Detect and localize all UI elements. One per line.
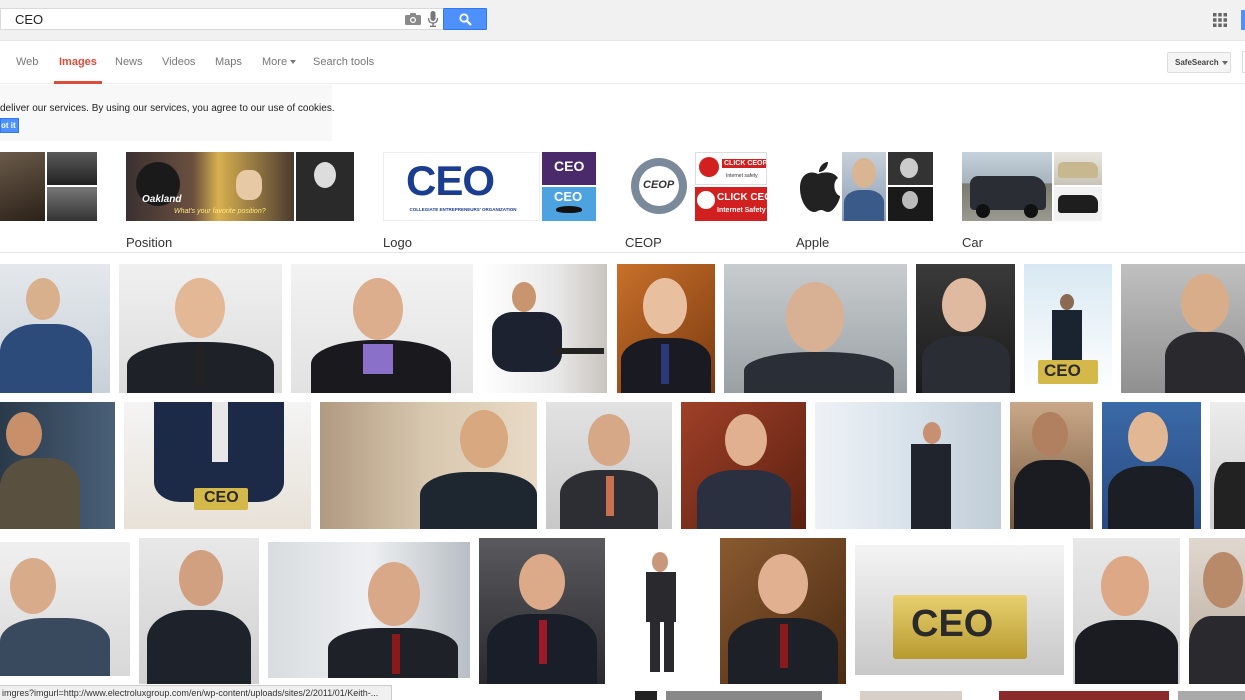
tab-images[interactable]: Images [54, 56, 102, 84]
tab-more[interactable]: More [262, 56, 297, 84]
top-bar [0, 0, 1245, 41]
search-nav: Web Images News Videos Maps More Search … [0, 41, 1245, 84]
thumb-caption: CEO [554, 189, 583, 204]
image-result[interactable] [635, 691, 657, 700]
tab-news[interactable]: News [115, 56, 143, 84]
related-thumb [962, 152, 1052, 221]
magnifier-icon [459, 13, 472, 26]
image-result[interactable] [681, 402, 806, 529]
apple-logo-icon [800, 162, 840, 212]
thumb-caption: CEO [554, 158, 585, 174]
image-result[interactable] [268, 542, 470, 678]
image-result[interactable] [1189, 538, 1245, 684]
image-result[interactable] [1073, 538, 1180, 684]
related-thumb: CLICK CEOP Internet safety [695, 152, 767, 185]
tab-maps[interactable]: Maps [215, 56, 242, 84]
image-result[interactable] [479, 538, 605, 684]
thumb-caption: Internet Safety [717, 207, 766, 214]
image-result[interactable] [0, 264, 110, 393]
safesearch-button[interactable]: SafeSearch [1167, 52, 1231, 73]
related-thumb: CLICK CEO Internet Safety [695, 187, 767, 221]
tab-more-label: More [262, 56, 288, 68]
related-thumb: Oakland What's your favorite position? [126, 152, 294, 221]
thumb-caption: CLICK CEOP [722, 159, 766, 168]
image-result[interactable] [815, 402, 1001, 529]
image-result[interactable] [666, 691, 822, 700]
safesearch-label: SafeSearch [1175, 58, 1219, 67]
image-result[interactable]: CEO [124, 402, 311, 529]
related-label: Car [962, 235, 983, 250]
cookie-notice: deliver our services. By using our servi… [0, 85, 335, 141]
ceo-sign-text: CEO [204, 489, 239, 506]
image-result[interactable] [724, 264, 907, 393]
ceo-sign-text: CEO [1044, 361, 1081, 380]
chevron-down-icon [1221, 60, 1228, 65]
search-box[interactable] [0, 8, 443, 30]
image-result[interactable]: CEO [855, 545, 1064, 675]
tab-videos[interactable]: Videos [162, 56, 195, 84]
related-searches: Oakland What's your favorite position? P… [0, 141, 1245, 253]
related-thumb [0, 152, 45, 221]
image-result[interactable] [546, 402, 672, 529]
image-result[interactable] [291, 264, 473, 393]
cookie-text: deliver our services. By using our servi… [0, 103, 335, 114]
camera-icon[interactable] [405, 13, 421, 25]
related-thumb: CEO [542, 152, 596, 185]
related-thumb [47, 187, 97, 221]
image-result[interactable] [119, 264, 282, 393]
related-label: Logo [383, 235, 412, 250]
related-label: Apple [796, 235, 830, 250]
search-tools-button[interactable]: Search tools [313, 56, 374, 84]
sign-in-button-edge[interactable] [1241, 10, 1245, 30]
thumb-caption: COLLEGIATE ENTREPRENEURS' ORGANIZATION [409, 207, 517, 212]
image-result[interactable]: CEO [1024, 264, 1112, 393]
related-label: CEOP [625, 235, 662, 250]
related-thumb [47, 152, 97, 185]
image-result[interactable] [1121, 264, 1245, 393]
ceo-sign-text: CEO [911, 603, 994, 645]
search-input[interactable] [15, 10, 395, 28]
microphone-icon[interactable] [427, 11, 439, 27]
related-label: Position [126, 235, 173, 250]
status-bar-url: imgres?imgurl=http://www.electroluxgroup… [0, 685, 392, 700]
image-result[interactable] [1178, 691, 1245, 700]
related-thumb: CEO COLLEGIATE ENTREPRENEURS' ORGANIZATI… [383, 152, 540, 221]
thumb-caption: Oakland [142, 194, 182, 205]
image-result[interactable] [617, 264, 715, 393]
got-it-button[interactable]: ot it [0, 118, 19, 133]
image-result[interactable] [1010, 402, 1093, 529]
thumb-caption: CLICK CEO [717, 192, 767, 203]
image-result[interactable] [614, 538, 711, 684]
related-thumb: CEOP [625, 152, 693, 221]
search-button[interactable] [443, 8, 487, 30]
image-result[interactable] [1102, 402, 1201, 529]
related-thumb [888, 187, 933, 221]
tab-web[interactable]: Web [16, 56, 38, 84]
apps-grid-icon[interactable] [1213, 13, 1227, 27]
image-result[interactable] [1210, 402, 1245, 529]
image-result[interactable] [860, 691, 962, 700]
image-result[interactable] [139, 538, 259, 684]
image-result[interactable] [0, 402, 115, 529]
image-result[interactable] [999, 691, 1169, 700]
image-result[interactable] [916, 264, 1015, 393]
thumb-caption: What's your favorite position? [174, 208, 266, 215]
image-result[interactable] [320, 402, 537, 529]
related-thumb [296, 152, 354, 221]
image-result[interactable] [482, 264, 607, 393]
related-thumb [1054, 152, 1102, 185]
related-thumb [1054, 187, 1102, 221]
related-thumb [796, 152, 840, 221]
thumb-caption: CEOP [643, 179, 675, 191]
related-thumb [888, 152, 933, 185]
image-result[interactable] [720, 538, 846, 684]
related-thumb: CEO [542, 187, 596, 221]
image-result[interactable] [0, 542, 130, 676]
ceo-logo-text: CEO [406, 157, 495, 204]
thumb-caption: Internet safety [726, 173, 758, 179]
chevron-down-icon [290, 60, 297, 65]
related-thumb [842, 152, 886, 221]
